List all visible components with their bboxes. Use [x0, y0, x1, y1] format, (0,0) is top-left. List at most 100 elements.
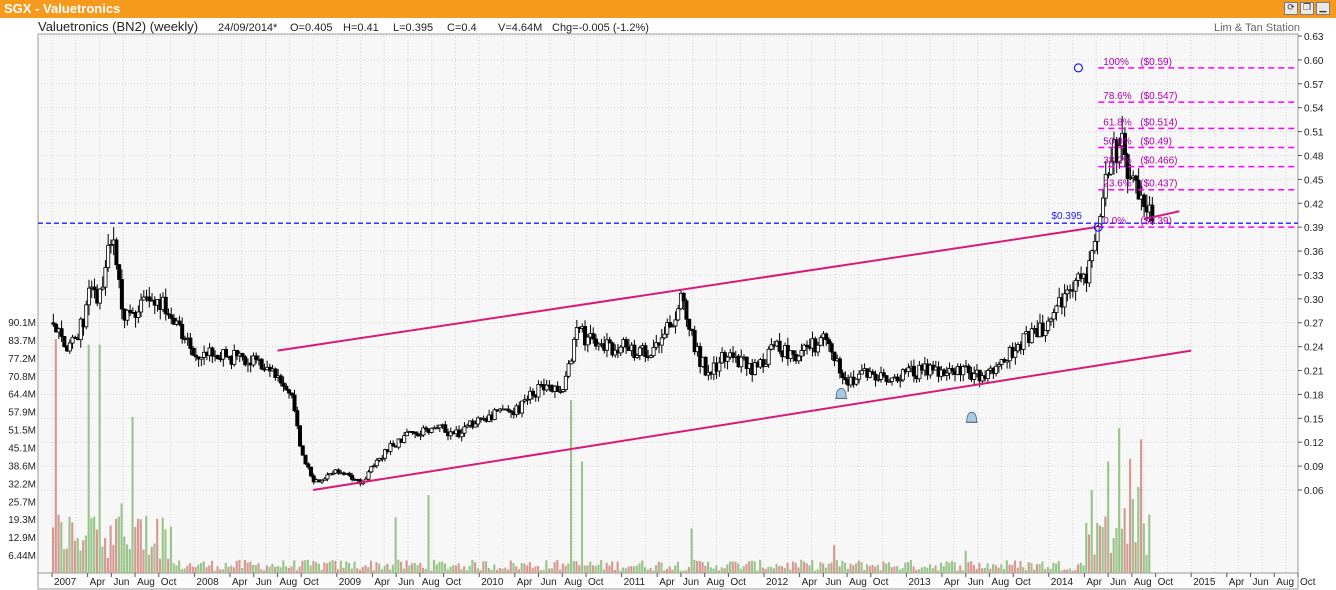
volume-bar — [1134, 542, 1137, 573]
volume-bar — [515, 566, 518, 573]
candle-body — [889, 377, 894, 382]
volume-bar — [934, 565, 937, 573]
candle-body — [725, 356, 730, 362]
volume-bar — [443, 563, 447, 573]
volume-bar — [912, 566, 915, 573]
volume-bar — [750, 560, 753, 573]
candle-body — [911, 365, 916, 377]
fib-level-percent: 100% — [1103, 57, 1129, 68]
chart-area[interactable]: Valuetronics (BN2) (weekly) 24/09/2014* O=… — [0, 18, 1336, 590]
time-tick-label: Aug — [279, 577, 297, 588]
candle-body — [59, 328, 64, 337]
volume-bar — [411, 563, 414, 573]
candle-body — [681, 292, 686, 302]
time-tick-label: Aug — [137, 577, 155, 588]
fib-level-percent: 38.2% — [1103, 156, 1131, 167]
volume-bar — [131, 416, 134, 573]
header-open: O=0.405 — [290, 22, 333, 34]
candle-body — [92, 286, 97, 291]
volume-bar — [1033, 569, 1036, 573]
price-tick-label: 0.15 — [1304, 414, 1324, 425]
volume-bar — [284, 566, 288, 573]
candle-body — [259, 358, 264, 370]
price-volume-chart[interactable]: Valuetronics (BN2) (weekly) 24/09/2014* O=… — [0, 18, 1336, 590]
candle-body — [292, 394, 297, 412]
volume-bar — [400, 561, 403, 573]
volume-bar — [844, 562, 847, 573]
volume-bar — [567, 563, 570, 573]
volume-bar — [739, 569, 743, 573]
refresh-icon[interactable]: ⟳ — [1284, 2, 1298, 15]
volume-bar — [342, 567, 345, 573]
candle-body — [492, 409, 497, 421]
volume-bar — [901, 568, 904, 573]
volume-tick-label: 64.4M — [8, 390, 36, 401]
volume-bar — [391, 564, 394, 573]
volume-bar — [871, 564, 874, 573]
volume-bar — [918, 569, 921, 573]
volume-bar — [1074, 570, 1077, 573]
header-date: 24/09/2014* — [218, 22, 278, 34]
volume-bar — [1076, 564, 1080, 573]
volume-bar — [602, 569, 605, 573]
volume-bar — [254, 564, 257, 573]
volume-bar — [471, 559, 474, 573]
volume-bar — [726, 564, 729, 573]
volume-bar — [397, 559, 400, 573]
volume-bar — [761, 567, 764, 573]
volume-bar — [748, 561, 751, 573]
volume-bar — [139, 519, 142, 573]
volume-bar — [295, 570, 299, 573]
volume-tick-label: 19.3M — [8, 515, 36, 526]
volume-bar — [435, 564, 438, 573]
time-tick-label: Aug — [1134, 577, 1152, 588]
fib-level-price: ($0.39) — [1140, 216, 1172, 227]
restore-icon[interactable]: ❐ — [1300, 2, 1314, 15]
time-tick-label: 2014 — [1051, 577, 1074, 588]
candle-body — [651, 346, 656, 357]
time-tick-label: Oct — [1158, 577, 1174, 588]
candle-body — [857, 373, 862, 380]
volume-bar — [369, 560, 373, 573]
time-tick-label: Oct — [446, 577, 462, 588]
volume-bar — [304, 560, 307, 573]
volume-bar — [742, 566, 745, 573]
volume-bar — [997, 567, 1000, 573]
volume-bar — [548, 568, 551, 573]
volume-bar — [512, 562, 515, 573]
header-volume: V=4.64M — [498, 22, 542, 34]
candle-body — [169, 314, 174, 319]
volume-bar — [474, 562, 477, 573]
candle-body — [117, 264, 122, 280]
candle-body — [443, 424, 448, 433]
volume-bar — [523, 563, 526, 573]
volume-bar — [622, 567, 625, 573]
volume-bar — [619, 570, 622, 573]
volume-tick-label: 57.9M — [8, 408, 36, 419]
volume-bar — [117, 516, 120, 573]
volume-bar — [463, 566, 466, 573]
candle-body — [818, 337, 823, 346]
candle-body — [859, 370, 864, 375]
volume-bar — [191, 566, 194, 573]
price-tick-label: 0.36 — [1304, 247, 1324, 258]
candle-body — [114, 239, 119, 266]
price-tick-label: 0.39 — [1304, 223, 1324, 234]
volume-tick-label: 83.7M — [8, 336, 36, 347]
volume-bar — [520, 563, 523, 573]
candle-body — [662, 333, 667, 339]
volume-bar — [575, 561, 578, 573]
volume-bar — [624, 568, 627, 573]
fib-level-percent: 0.0% — [1103, 216, 1126, 227]
minimize-icon[interactable]: ▁ — [1316, 2, 1330, 15]
time-tick-label: Oct — [873, 577, 889, 588]
volume-bar — [183, 568, 186, 573]
candle-body — [240, 352, 245, 358]
time-tick-label: 2015 — [1193, 577, 1216, 588]
candle-body — [119, 279, 124, 310]
volume-bar — [827, 563, 830, 573]
volume-bar — [1024, 570, 1028, 573]
candle-body — [1051, 312, 1056, 320]
volume-bar — [517, 569, 521, 573]
volume-bar — [649, 567, 652, 573]
